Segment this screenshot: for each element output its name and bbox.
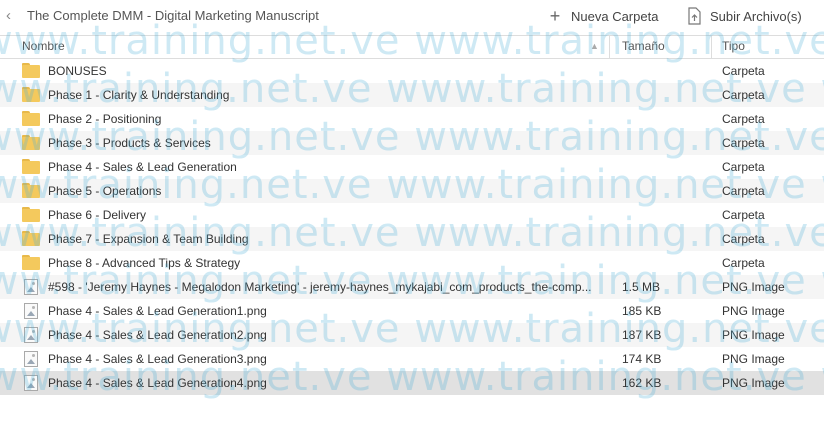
folder-icon bbox=[22, 183, 40, 198]
file-name: BONUSES bbox=[48, 64, 107, 78]
folder-row[interactable]: Phase 8 - Advanced Tips & Strategy Carpet… bbox=[0, 251, 824, 275]
back-icon[interactable]: ‹ bbox=[6, 7, 20, 25]
file-size: 1.5 MB bbox=[622, 280, 661, 294]
file-name: Phase 4 - Sales & Lead Generation2.png bbox=[48, 328, 267, 342]
file-type: PNG Image bbox=[722, 328, 785, 342]
image-file-icon bbox=[22, 303, 38, 319]
file-name: Phase 3 - Products & Services bbox=[48, 136, 211, 150]
file-type: Carpeta bbox=[722, 112, 765, 126]
file-type: PNG Image bbox=[722, 304, 785, 318]
folder-icon bbox=[22, 87, 40, 102]
file-list: BONUSES Carpeta Phase 1 - Clarity & Unders… bbox=[0, 59, 824, 395]
file-type: Carpeta bbox=[722, 160, 765, 174]
upload-button[interactable]: Subir Archivo(s) bbox=[686, 6, 802, 26]
column-name[interactable]: Nombre bbox=[22, 39, 65, 53]
folder-row[interactable]: Phase 4 - Sales & Lead Generation Carpeta bbox=[0, 155, 824, 179]
folder-icon bbox=[22, 111, 40, 126]
folder-icon bbox=[22, 159, 40, 174]
image-file-icon bbox=[22, 279, 38, 295]
image-file-icon bbox=[22, 327, 38, 343]
file-type: PNG Image bbox=[722, 280, 785, 294]
folder-row[interactable]: Phase 6 - Delivery Carpeta bbox=[0, 203, 824, 227]
file-name: Phase 6 - Delivery bbox=[48, 208, 147, 222]
image-file-icon bbox=[22, 375, 38, 391]
file-name: Phase 4 - Sales & Lead Generation4.png bbox=[48, 376, 267, 390]
column-header: Nombre ▲ Tamaño Tipo bbox=[0, 35, 824, 59]
file-name: Phase 4 - Sales & Lead Generation1.png bbox=[48, 304, 267, 318]
upload-label: Subir Archivo(s) bbox=[710, 8, 802, 24]
file-name: Phase 1 - Clarity & Understanding bbox=[48, 88, 230, 102]
file-row[interactable]: Phase 4 - Sales & Lead Generation3.png 17… bbox=[0, 347, 824, 371]
file-type: Carpeta bbox=[722, 256, 765, 270]
file-type: Carpeta bbox=[722, 64, 765, 78]
file-type: PNG Image bbox=[722, 352, 785, 366]
file-name: Phase 8 - Advanced Tips & Strategy bbox=[48, 256, 241, 270]
folder-icon bbox=[22, 255, 40, 270]
file-name: Phase 2 - Positioning bbox=[48, 112, 162, 126]
plus-icon: + bbox=[549, 6, 561, 26]
file-name: Phase 7 - Expansion & Team Building bbox=[48, 232, 249, 246]
file-type: Carpeta bbox=[722, 184, 765, 198]
new-folder-label: Nueva Carpeta bbox=[571, 8, 659, 24]
folder-row[interactable]: Phase 3 - Products & Services Carpeta bbox=[0, 131, 824, 155]
file-type: Carpeta bbox=[722, 232, 765, 246]
file-name: #598 - 'Jeremy Haynes - Megalodon Market… bbox=[48, 280, 592, 294]
file-row[interactable]: Phase 4 - Sales & Lead Generation4.png 16… bbox=[0, 371, 824, 395]
column-type[interactable]: Tipo bbox=[722, 39, 745, 53]
column-size[interactable]: Tamaño bbox=[622, 39, 665, 53]
folder-icon bbox=[22, 207, 40, 222]
file-name: Phase 4 - Sales & Lead Generation3.png bbox=[48, 352, 267, 366]
folder-icon bbox=[22, 63, 40, 78]
file-name: Phase 4 - Sales & Lead Generation bbox=[48, 160, 237, 174]
file-type: Carpeta bbox=[722, 88, 765, 102]
folder-icon bbox=[22, 135, 40, 150]
column-divider[interactable] bbox=[711, 36, 712, 58]
file-row[interactable]: Phase 4 - Sales & Lead Generation2.png 18… bbox=[0, 323, 824, 347]
column-divider[interactable] bbox=[609, 36, 610, 58]
sort-ascending-icon[interactable]: ▲ bbox=[590, 41, 599, 51]
folder-row[interactable]: BONUSES Carpeta bbox=[0, 59, 824, 83]
file-row[interactable]: #598 - 'Jeremy Haynes - Megalodon Market… bbox=[0, 275, 824, 299]
upload-icon bbox=[686, 7, 702, 25]
folder-row[interactable]: Phase 2 - Positioning Carpeta bbox=[0, 107, 824, 131]
file-row[interactable]: Phase 4 - Sales & Lead Generation1.png 18… bbox=[0, 299, 824, 323]
file-type: Carpeta bbox=[722, 136, 765, 150]
toolbar: ‹ The Complete DMM - Digital Marketing M… bbox=[0, 0, 824, 32]
folder-icon bbox=[22, 231, 40, 246]
file-name: Phase 5 - Operations bbox=[48, 184, 162, 198]
file-size: 187 KB bbox=[622, 328, 662, 342]
folder-row[interactable]: Phase 5 - Operations Carpeta bbox=[0, 179, 824, 203]
folder-row[interactable]: Phase 1 - Clarity & Understanding Carpeta bbox=[0, 83, 824, 107]
folder-row[interactable]: Phase 7 - Expansion & Team Building Carpe… bbox=[0, 227, 824, 251]
file-size: 174 KB bbox=[622, 352, 662, 366]
new-folder-button[interactable]: + Nueva Carpeta bbox=[547, 6, 659, 26]
file-size: 162 KB bbox=[622, 376, 662, 390]
file-type: PNG Image bbox=[722, 376, 785, 390]
breadcrumb[interactable]: The Complete DMM - Digital Marketing Man… bbox=[27, 8, 319, 23]
file-size: 185 KB bbox=[622, 304, 662, 318]
image-file-icon bbox=[22, 351, 38, 367]
file-type: Carpeta bbox=[722, 208, 765, 222]
